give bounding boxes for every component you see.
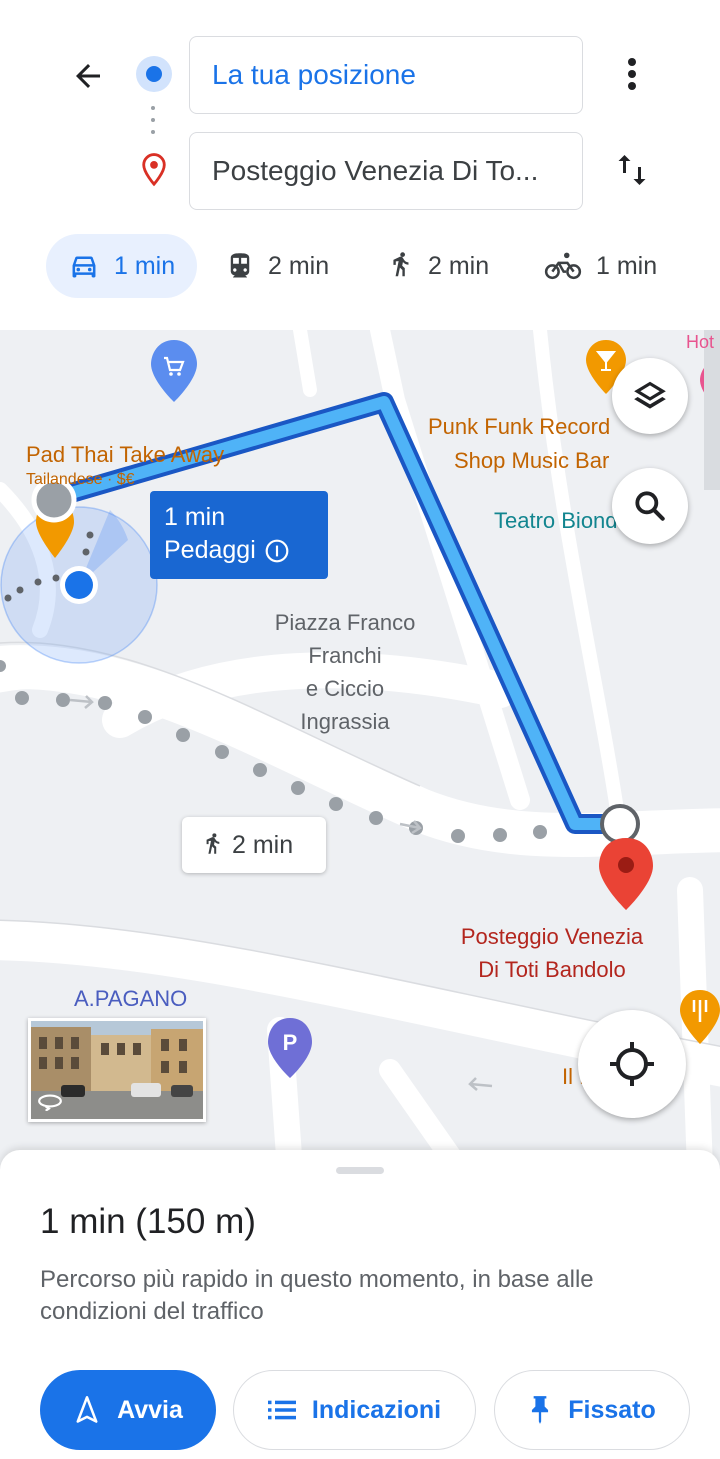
pinned-label: Fissato (568, 1395, 656, 1424)
place-piazza-line1: Piazza Franco (274, 610, 416, 635)
poi-pad-thai-sub: Tailandese · $€ (26, 471, 135, 488)
walk-time-chip[interactable]: 2 min (182, 817, 326, 873)
layers-icon (634, 381, 666, 409)
poi-pad-thai[interactable]: Pad Thai Take Away (26, 438, 224, 471)
walk-icon (393, 252, 409, 277)
sheet-drag-handle[interactable] (336, 1167, 384, 1174)
place-piazza-line3: e Ciccio (305, 676, 385, 701)
travel-mode-tabs: 1 min 2 min 2 min 1 min (0, 234, 720, 300)
list-icon (267, 1400, 296, 1420)
destination-pin-icon (142, 153, 166, 187)
route-callout-time: 1 min (164, 503, 226, 531)
poi-punk-funk-line1[interactable]: Punk Funk Record (428, 410, 638, 443)
origin-dot-icon (136, 56, 172, 92)
my-location-button[interactable] (578, 1010, 686, 1118)
navigation-arrow-icon (76, 1396, 98, 1423)
street-view-thumbnail[interactable] (28, 1018, 206, 1122)
swap-vert-icon (618, 155, 646, 185)
place-piazza-line2: Franchi (308, 643, 382, 668)
swap-button[interactable] (608, 146, 656, 194)
route-callout-tolls: Pedaggi (164, 536, 256, 564)
search-icon (635, 491, 665, 521)
tab-bike[interactable]: 1 min (544, 234, 657, 298)
car-icon (72, 256, 96, 278)
tab-car-time: 1 min (114, 251, 176, 280)
toll-info-icon (265, 539, 289, 562)
route-description: Percorso più rapido in questo momento, i… (40, 1266, 594, 1325)
tab-car[interactable]: 1 min (46, 234, 198, 298)
destination-label-line2[interactable]: Di Toti Bandolo (432, 953, 672, 986)
rotate-360-icon (38, 1094, 62, 1111)
route-bottom-sheet[interactable]: 1 min (150 m) Percorso più rapido in que… (0, 1150, 720, 1459)
route-summary: 1 min (150 m) (40, 1202, 256, 1241)
directions-header: La tua posizione Posteggio Venezia Di To… (0, 0, 720, 330)
poi-punk-funk-line2[interactable]: Shop Music Bar (454, 444, 609, 477)
bike-icon (544, 252, 582, 280)
route-callout[interactable]: 1 min Pedaggi (150, 491, 328, 579)
destination-field[interactable]: Posteggio Venezia Di To... (189, 132, 583, 210)
svg-text:P: P (283, 1030, 298, 1055)
back-button[interactable] (64, 52, 112, 100)
place-piazza-line4: Ingrassia (300, 709, 390, 734)
train-icon (230, 253, 250, 278)
tab-transit-time: 2 min (268, 251, 330, 280)
destination-label-line1[interactable]: Posteggio Venezia (432, 920, 672, 953)
map-view[interactable]: P Pad Thai Take Away Tailandese · $€ Pun… (0, 330, 720, 1170)
route-connector-dots (151, 106, 155, 140)
walk-icon (206, 833, 220, 854)
poi-apagano[interactable]: A.PAGANO (74, 982, 187, 1015)
more-options-button[interactable] (608, 50, 656, 98)
tab-bike-time: 1 min (596, 251, 658, 280)
tab-walk[interactable]: 2 min (388, 234, 489, 298)
start-button[interactable]: Avvia (40, 1370, 216, 1450)
pinned-button[interactable]: Fissato (494, 1370, 690, 1450)
origin-field[interactable]: La tua posizione (189, 36, 583, 114)
layers-button[interactable] (612, 358, 688, 434)
tab-walk-time: 2 min (428, 251, 490, 280)
directions-list-label: Indicazioni (311, 1395, 442, 1424)
more-vert-icon (628, 58, 636, 90)
walk-chip-time: 2 min (232, 830, 294, 859)
my-location-icon (610, 1042, 654, 1086)
map-search-button[interactable] (612, 468, 688, 544)
poi-hotel[interactable]: Hot (686, 330, 714, 359)
tab-transit[interactable]: 2 min (226, 234, 329, 298)
start-button-label: Avvia (117, 1395, 183, 1424)
directions-list-button[interactable]: Indicazioni (233, 1370, 476, 1450)
arrow-back-icon (76, 64, 100, 88)
push-pin-icon (532, 1396, 549, 1424)
